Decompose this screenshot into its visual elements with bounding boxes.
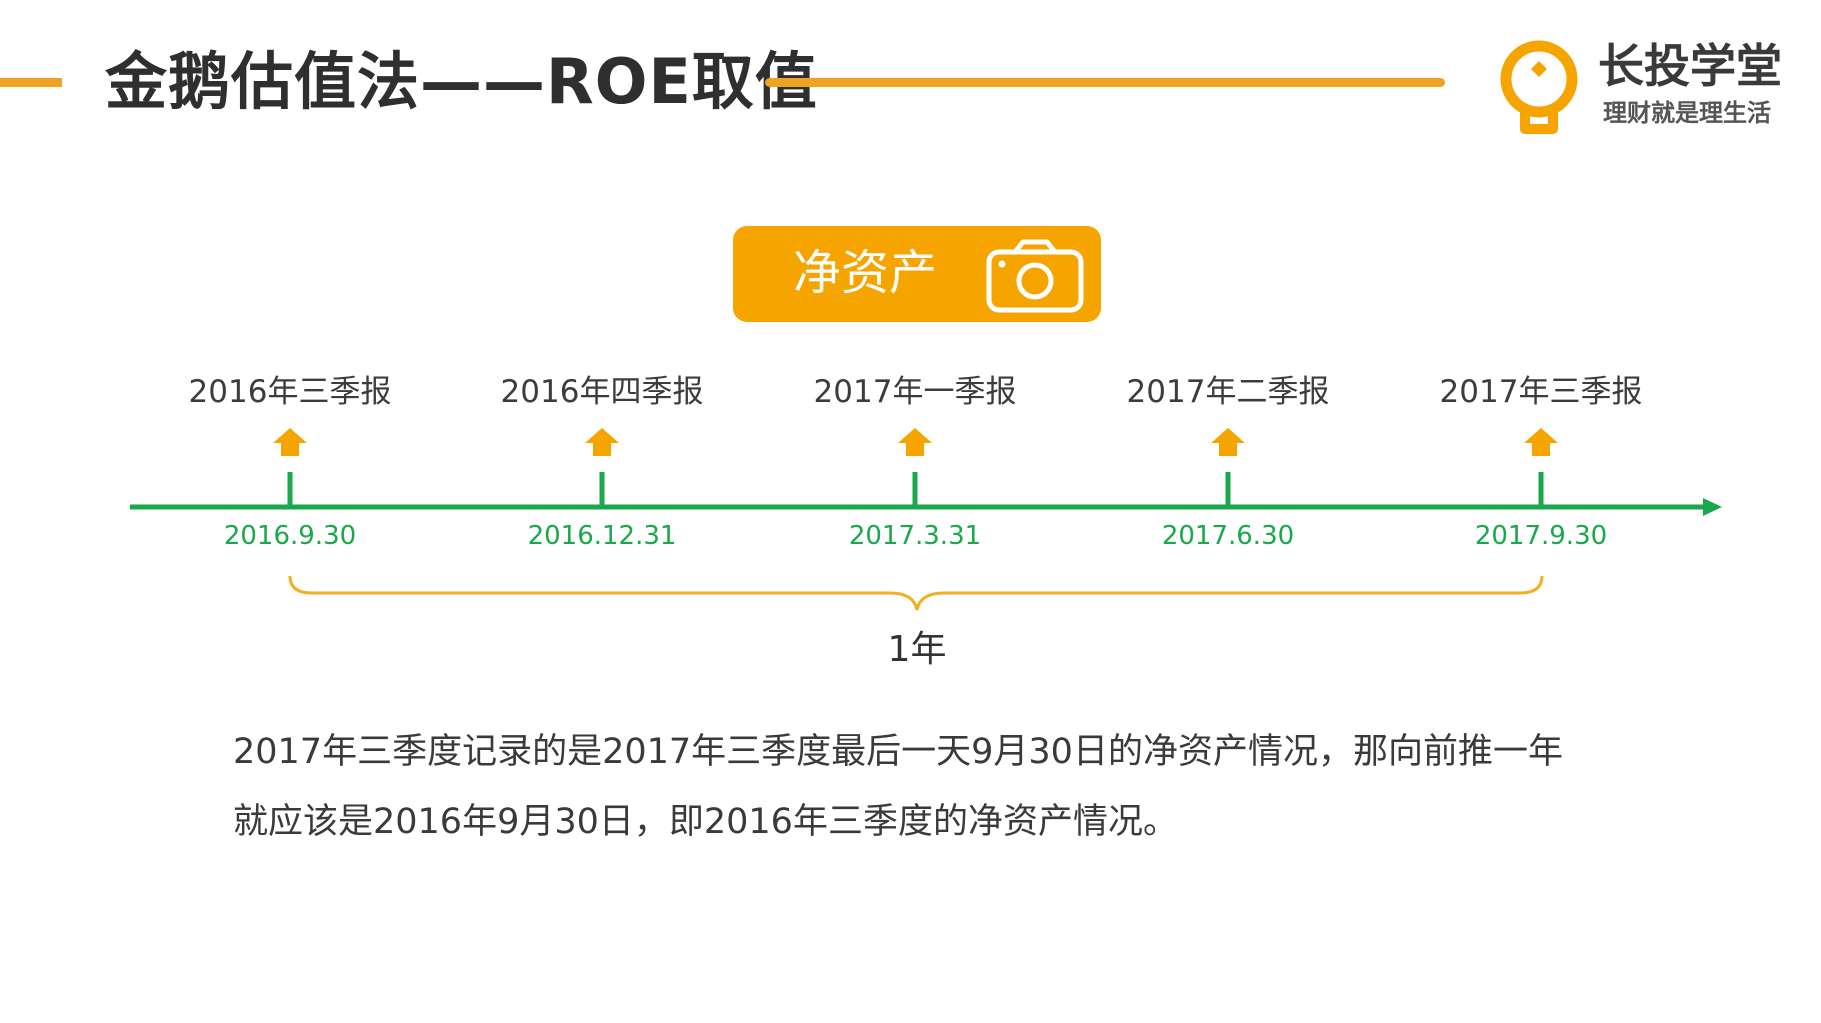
event-period-label: 2017年一季报 — [813, 374, 1017, 410]
one-year-brace — [288, 575, 1544, 611]
event-date-label: 2017.6.30 — [1161, 521, 1295, 551]
event-period-label: 2016年四季报 — [500, 374, 704, 410]
event-period-label: 2017年二季报 — [1126, 374, 1330, 410]
up-arrow-icon — [273, 428, 307, 456]
event-date-label: 2017.9.30 — [1474, 521, 1608, 551]
event-date-label: 2017.3.31 — [848, 521, 982, 551]
up-arrow-icon — [1524, 428, 1558, 456]
event-date-label: 2016.9.30 — [223, 521, 357, 551]
up-arrow-icon — [898, 428, 932, 456]
span-label: 1年 — [887, 629, 947, 670]
event-period-label: 2016年三季报 — [188, 374, 392, 410]
event-date-label: 2016.12.31 — [527, 521, 677, 551]
up-arrow-icon — [1211, 428, 1245, 456]
timeline-arrowhead — [1703, 498, 1722, 516]
description-line-1: 2017年三季度记录的是2017年三季度最后一天9月30日的净资产情况，那向前推… — [233, 732, 1563, 772]
up-arrow-icon — [585, 428, 619, 456]
description-line-2: 就应该是2016年9月30日，即2016年三季度的净资产情况。 — [233, 802, 1178, 842]
timeline-graphic — [130, 428, 1722, 611]
description: 2017年三季度记录的是2017年三季度最后一天9月30日的净资产情况，那向前推… — [233, 717, 1653, 857]
event-period-label: 2017年三季报 — [1439, 374, 1643, 410]
